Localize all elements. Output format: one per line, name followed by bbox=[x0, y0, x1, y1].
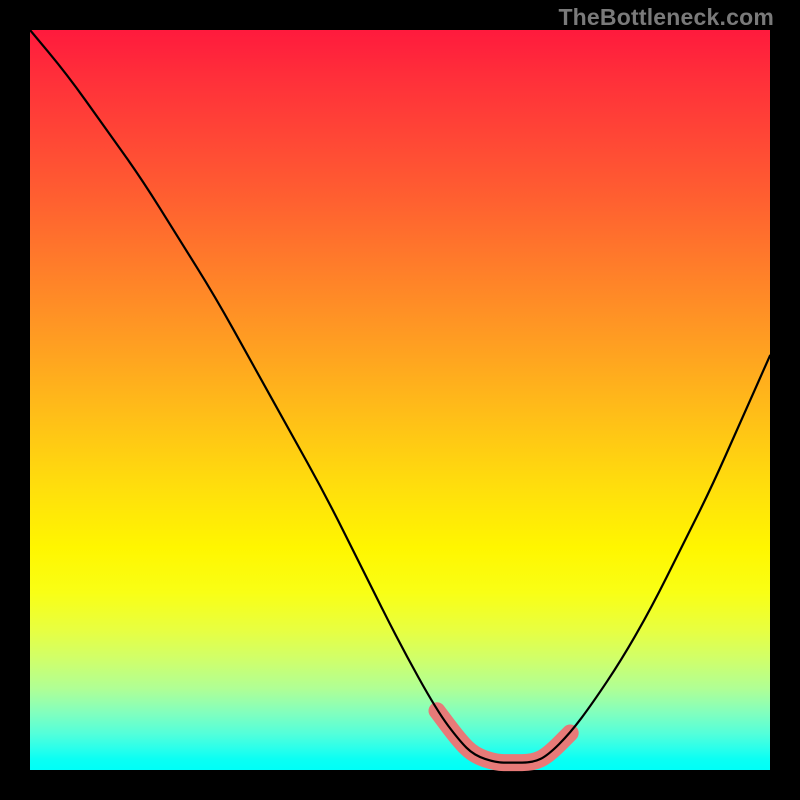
attribution-text: TheBottleneck.com bbox=[558, 4, 774, 31]
plot-area bbox=[30, 30, 770, 770]
bottleneck-curve bbox=[30, 30, 770, 763]
chart-frame: TheBottleneck.com bbox=[0, 0, 800, 800]
curve-svg bbox=[30, 30, 770, 770]
